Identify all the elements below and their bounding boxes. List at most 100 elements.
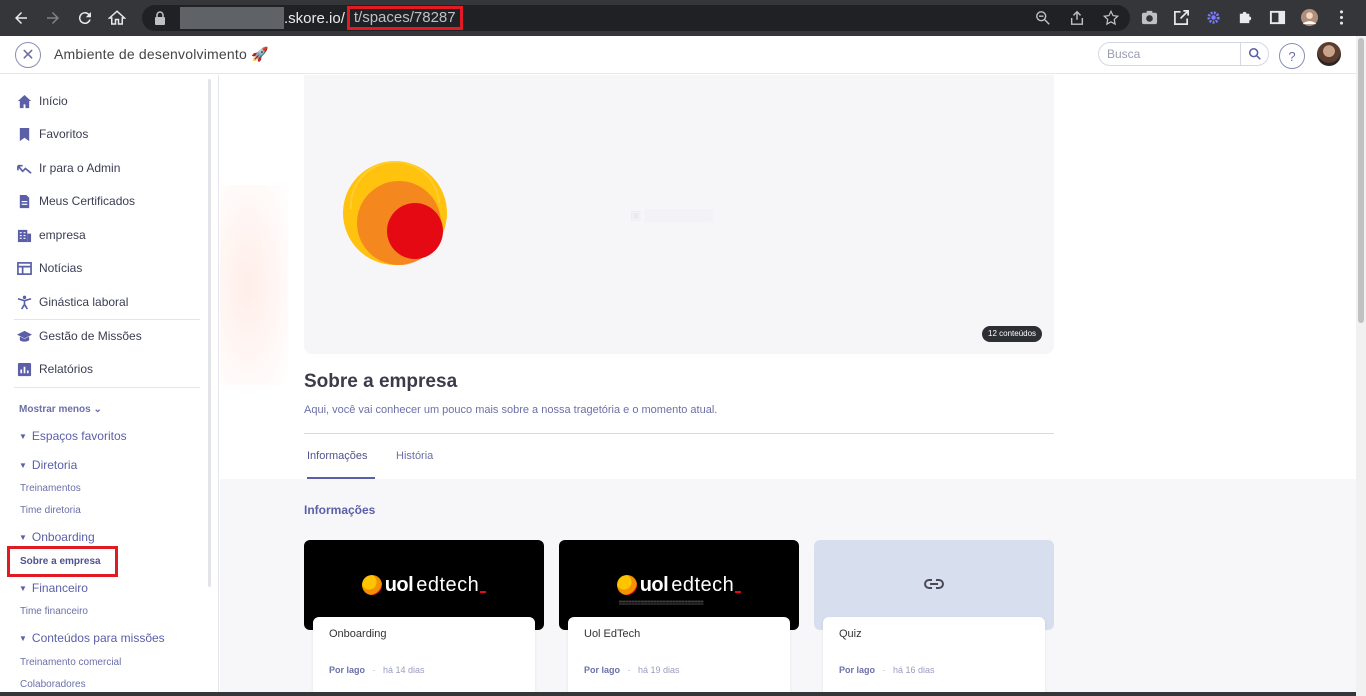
search-box [1098,42,1269,66]
content-card-quiz[interactable]: Quiz Por lago · há 16 dias [814,540,1054,696]
show-less-toggle[interactable]: Mostrar menos ⌄ [19,404,102,415]
card-meta: Por lago · há 19 dias [584,665,680,675]
report-icon [16,361,32,377]
sidebar-item-admin[interactable]: Ir para o Admin [16,158,120,178]
home-icon [16,93,32,109]
sidebar-item-inicio[interactable]: Início [16,91,68,111]
sidebar-divider [14,387,200,388]
tab-historia[interactable]: História [396,450,433,462]
building-icon [16,227,32,243]
url-redacted [180,7,284,29]
lock-icon [154,11,166,25]
bottom-edge [0,692,1356,696]
zoom-icon[interactable] [1034,9,1052,27]
tab-informacoes[interactable]: Informações [307,450,368,462]
sidebar-item-label: Início [39,94,68,108]
banner-watermark-icon: ▣ ▒▒▒▒▒▒▒▒ [630,208,713,222]
sidebar-item-missoes[interactable]: Gestão de Missões [16,326,142,346]
active-tab-indicator [307,477,375,479]
triangle-down-icon: ▼ [19,460,27,470]
hero-glow [220,185,288,385]
card-title: Quiz [839,628,862,640]
close-icon[interactable]: ✕ [15,41,41,68]
page-scrollbar[interactable] [1356,36,1366,696]
address-bar[interactable]: .skore.io/ t/spaces/78287 [142,5,1130,31]
content-card-onboarding[interactable]: uol edtech Onboarding Por lago · há 14 di… [304,540,544,696]
share-icon[interactable] [1068,9,1086,27]
tree-leaf-colaboradores[interactable]: Colaboradores [20,679,86,690]
section-title: Informações [304,503,376,517]
triangle-down-icon: ▼ [19,633,27,643]
card-body: Quiz Por lago · há 16 dias [823,617,1045,696]
page-subtitle: Aqui, você vai conhecer um pouco mais so… [304,404,718,416]
url-path-highlight: t/spaces/78287 [346,6,463,30]
sidebar-item-label: Meus Certificados [39,194,136,208]
space-header: ▣ ▒▒▒▒▒▒▒▒ 12 conteúdos Sobre a empresa … [220,75,1356,479]
card-body: Uol EdTech Por lago · há 19 dias [568,617,790,696]
tree-group-diretoria[interactable]: ▼ Diretoria [19,458,77,472]
card-body: Onboarding Por lago · há 14 dias [313,617,535,696]
sidebar-item-label: Gestão de Missões [39,329,142,343]
profile-icon[interactable] [1300,8,1319,27]
sidebar-item-certificados[interactable]: Meus Certificados [16,191,135,211]
sidebar-item-empresa[interactable]: empresa [16,225,86,245]
scrollbar-thumb[interactable] [1358,38,1364,323]
sidebar-toggle-icon[interactable] [1268,8,1287,27]
menu-dots-icon[interactable] [1332,8,1351,27]
tree-group-financeiro[interactable]: ▼ Financeiro [19,581,88,595]
news-icon [16,260,32,276]
space-banner: ▣ ▒▒▒▒▒▒▒▒ 12 conteúdos [304,75,1054,354]
triangle-down-icon: ▼ [19,583,27,593]
tree-leaf-sobre-empresa[interactable]: Sobre a empresa [7,546,118,577]
home-browser-icon[interactable] [101,0,133,36]
link-icon [924,579,944,589]
search-icon[interactable] [1240,43,1268,65]
reload-icon[interactable] [69,0,101,36]
page-title: Sobre a empresa [304,371,458,392]
puzzle-icon[interactable] [1236,8,1255,27]
sidebar-item-noticias[interactable]: Notícias [16,258,82,278]
tree-leaf-time-financeiro[interactable]: Time financeiro [20,606,88,617]
card-title: Uol EdTech [584,628,641,640]
content-count-badge: 12 conteúdos [982,326,1043,342]
triangle-down-icon: ▼ [19,532,27,542]
certificate-icon [16,193,32,209]
forward-icon[interactable] [37,0,69,36]
avatar[interactable] [1317,42,1341,66]
graduation-icon [16,328,32,344]
card-meta: Por lago · há 14 dias [329,665,425,675]
uol-edtech-logo: uol edtech [361,574,487,597]
card-title: Onboarding [329,628,387,640]
chevron-down-icon: ⌄ [93,404,102,415]
tree-leaf-time-diretoria[interactable]: Time diretoria [20,505,81,516]
tree-group-onboarding[interactable]: ▼ Onboarding [19,530,95,544]
tree-group-favoritos[interactable]: ▼ Espaços favoritos [19,429,127,443]
sidebar: Início Favoritos Ir para o Admin Meus Ce… [0,75,219,696]
tree-leaf-treinamentos[interactable]: Treinamentos [20,483,81,494]
camera-icon[interactable] [1140,8,1159,27]
admin-icon [16,160,32,176]
search-input[interactable] [1107,47,1239,61]
sidebar-item-ginastica[interactable]: Ginástica laboral [16,292,128,312]
tabs-divider [304,433,1054,434]
tree-leaf-treinamento-comercial[interactable]: Treinamento comercial [20,657,121,668]
tree-group-missoes[interactable]: ▼ Conteúdos para missões [19,631,165,645]
content-card-uol-edtech[interactable]: uol edtech ▒▒▒▒▒▒▒▒▒▒▒▒▒▒▒▒▒▒▒▒▒▒▒▒▒▒▒ Uo… [559,540,799,696]
url-domain: .skore.io/ [284,9,345,27]
sidebar-item-favoritos[interactable]: Favoritos [16,124,88,144]
help-button[interactable]: ? [1279,43,1305,69]
sidebar-item-relatorios[interactable]: Relatórios [16,359,93,379]
main-content: ▣ ▒▒▒▒▒▒▒▒ 12 conteúdos Sobre a empresa … [220,75,1356,696]
browser-toolbar: .skore.io/ t/spaces/78287 [0,0,1366,36]
app-header: ✕ Ambiente de desenvolvimento 🚀 ? [0,36,1356,74]
extension-gear-icon[interactable] [1204,8,1223,27]
open-external-icon[interactable] [1172,8,1191,27]
sidebar-scrollbar[interactable] [208,79,211,587]
uol-edtech-logo: uol edtech [616,574,742,597]
star-icon[interactable] [1102,9,1120,27]
back-icon[interactable] [5,0,37,36]
logo-tagline: ▒▒▒▒▒▒▒▒▒▒▒▒▒▒▒▒▒▒▒▒▒▒▒▒▒▒▒ [619,600,704,605]
sidebar-item-label: Notícias [39,261,83,275]
exercise-icon [16,294,32,310]
company-logo [343,161,447,265]
